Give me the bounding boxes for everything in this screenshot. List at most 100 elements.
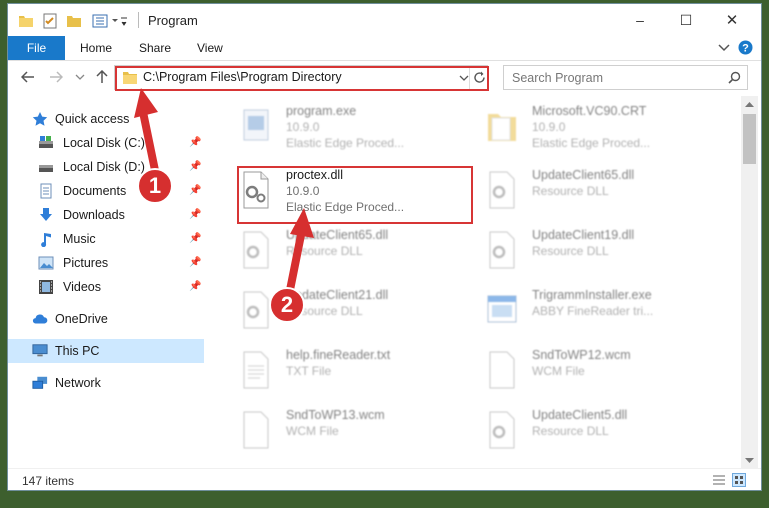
details-view-icon[interactable] xyxy=(712,474,726,486)
expand-ribbon-icon[interactable] xyxy=(718,44,730,52)
drive-icon xyxy=(39,136,53,148)
dll-icon xyxy=(243,291,269,329)
nav-onedrive[interactable]: OneDrive xyxy=(8,307,204,331)
large-icons-view-icon[interactable] xyxy=(732,473,746,487)
nav-item-local-disk-d[interactable]: Local Disk (D:) 📌 xyxy=(8,155,204,179)
navigation-bar: C:\Program Files\Program Directory Searc… xyxy=(8,60,761,96)
file-type: Elastic Edge Proced... xyxy=(286,200,405,214)
help-icon[interactable]: ? xyxy=(738,40,753,55)
address-dropdown-icon[interactable] xyxy=(459,74,469,82)
file-item[interactable]: TrigrammInstaller.exe ABBY FineReader tr… xyxy=(474,284,714,340)
txt-icon xyxy=(243,351,269,389)
vertical-scrollbar[interactable] xyxy=(741,96,758,468)
address-divider xyxy=(469,66,470,89)
nav-label: Local Disk (D:) xyxy=(63,160,145,174)
explorer-window: Program – ☐ ✕ File Home Share View ? C:\… xyxy=(8,4,761,490)
nav-label: Quick access xyxy=(55,112,130,126)
dll-icon xyxy=(243,231,269,269)
file-item[interactable]: program.exe 10.9.0 Elastic Edge Proced..… xyxy=(228,100,468,156)
file-icon xyxy=(243,411,269,449)
up-button[interactable] xyxy=(94,69,110,85)
file-name: TrigrammInstaller.exe xyxy=(532,288,652,302)
address-path[interactable]: C:\Program Files\Program Directory xyxy=(143,70,342,84)
title-bar: Program – ☐ ✕ xyxy=(8,4,761,36)
cloud-icon xyxy=(32,314,48,324)
pin-icon: 📌 xyxy=(189,137,202,148)
maximize-button[interactable]: ☐ xyxy=(663,4,709,36)
star-icon xyxy=(32,112,48,126)
file-item[interactable]: help.fineReader.txt TXT File xyxy=(228,344,468,400)
file-item[interactable]: UpdateClient65.dll Resource DLL xyxy=(228,224,468,280)
file-version: 10.9.0 xyxy=(532,120,566,134)
nav-item-local-disk-c[interactable]: Local Disk (C:) 📌 xyxy=(8,131,204,155)
properties-icon[interactable] xyxy=(42,13,58,29)
tab-share[interactable]: Share xyxy=(139,41,171,55)
file-item[interactable]: SndToWP13.wcm WCM File xyxy=(228,404,468,460)
address-bar[interactable]: C:\Program Files\Program Directory xyxy=(114,65,488,90)
refresh-icon[interactable] xyxy=(473,71,486,84)
close-button[interactable]: ✕ xyxy=(709,4,755,36)
pin-icon: 📌 xyxy=(189,161,202,172)
svg-text:?: ? xyxy=(742,43,749,55)
file-type: ABBY FineReader tri... xyxy=(532,304,654,318)
scroll-up-icon[interactable] xyxy=(745,101,754,107)
pin-icon: 📌 xyxy=(189,185,202,196)
callout-badge-2: 2 xyxy=(269,287,305,323)
scrollbar-thumb[interactable] xyxy=(743,114,756,164)
forward-button[interactable] xyxy=(48,69,64,85)
nav-item-pictures[interactable]: Pictures 📌 xyxy=(8,251,204,275)
nav-label: Local Disk (C:) xyxy=(63,136,145,150)
file-item-proctex-dll[interactable]: proctex.dll 10.9.0 Elastic Edge Proced..… xyxy=(228,164,468,220)
recent-locations-button[interactable] xyxy=(72,69,88,85)
nav-label: Music xyxy=(63,232,96,246)
scroll-down-icon[interactable] xyxy=(745,458,754,464)
nav-item-documents[interactable]: Documents 📌 xyxy=(8,179,204,203)
tab-home[interactable]: Home xyxy=(80,41,112,55)
file-item[interactable]: UpdateClient19.dll Resource DLL xyxy=(474,224,714,280)
new-folder-icon[interactable] xyxy=(66,13,82,29)
dll-icon xyxy=(243,171,269,209)
file-tab[interactable]: File xyxy=(8,36,65,60)
downloads-icon xyxy=(40,208,52,221)
back-button[interactable] xyxy=(20,69,36,85)
computer-icon xyxy=(32,344,48,357)
forward-arrow-icon xyxy=(50,71,63,83)
file-type: Elastic Edge Proced... xyxy=(286,136,405,150)
network-icon xyxy=(32,376,48,389)
folder-icon xyxy=(123,72,137,84)
back-arrow-icon xyxy=(21,71,34,83)
title-separator xyxy=(138,12,139,28)
customize-toolbar-icon[interactable] xyxy=(92,13,128,29)
tab-view[interactable]: View xyxy=(197,41,223,55)
search-input[interactable]: Search Program xyxy=(512,71,603,85)
nav-item-downloads[interactable]: Downloads 📌 xyxy=(8,203,204,227)
nav-this-pc[interactable]: This PC xyxy=(8,339,204,363)
nav-quick-access[interactable]: Quick access xyxy=(8,107,204,131)
file-name: proctex.dll xyxy=(286,168,343,182)
search-box[interactable]: Search Program xyxy=(503,65,748,90)
up-arrow-icon xyxy=(96,70,108,83)
file-list: program.exe 10.9.0 Elastic Edge Proced..… xyxy=(218,96,738,468)
callout-badge-1: 1 xyxy=(137,168,173,204)
file-type: Resource DLL xyxy=(532,184,609,198)
item-count: 147 items xyxy=(22,474,75,488)
pictures-icon xyxy=(38,256,54,270)
nav-item-music[interactable]: Music 📌 xyxy=(8,227,204,251)
search-icon[interactable] xyxy=(728,71,741,84)
file-item[interactable]: UpdateClient65.dll Resource DLL xyxy=(474,164,714,220)
file-item[interactable]: UpdateClient5.dll Resource DLL xyxy=(474,404,714,460)
file-name: UpdateClient65.dll xyxy=(532,168,635,182)
nav-item-videos[interactable]: Videos 📌 xyxy=(8,275,204,299)
music-icon xyxy=(41,233,51,247)
navigation-pane: Quick access Local Disk (C:) 📌 Local Dis… xyxy=(8,96,204,468)
file-type: WCM File xyxy=(286,424,339,438)
documents-icon xyxy=(40,183,52,199)
file-item[interactable]: SndToWP12.wcm WCM File xyxy=(474,344,714,400)
file-item[interactable]: UpdateClient21.dll Resource DLL xyxy=(228,284,468,340)
file-type: Resource DLL xyxy=(286,244,363,258)
nav-label: Network xyxy=(55,376,101,390)
file-item[interactable]: Microsoft.VC90.CRT 10.9.0 Elastic Edge P… xyxy=(474,100,714,156)
chevron-down-icon xyxy=(75,74,85,80)
minimize-button[interactable]: – xyxy=(617,4,663,36)
nav-network[interactable]: Network xyxy=(8,371,204,395)
